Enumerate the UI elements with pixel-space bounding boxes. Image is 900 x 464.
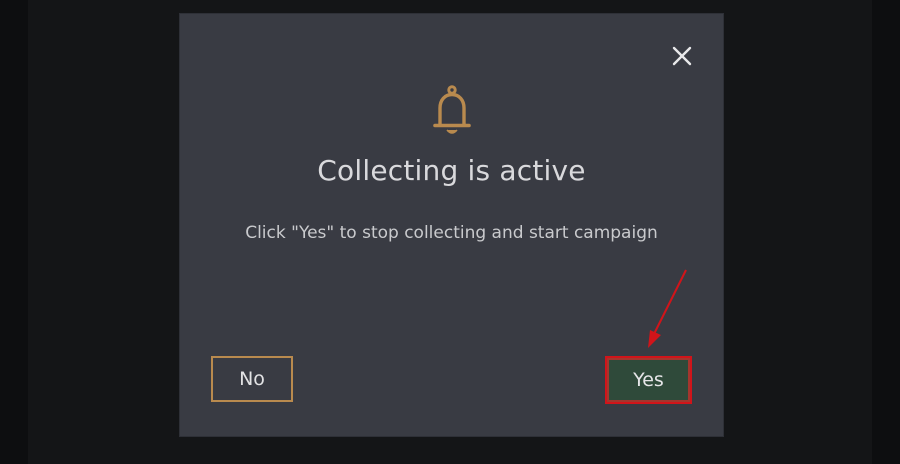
backdrop-left-edge	[0, 0, 28, 464]
dialog-message: Click "Yes" to stop collecting and start…	[245, 223, 658, 243]
close-icon	[672, 46, 692, 66]
yes-button[interactable]: Yes	[605, 356, 692, 404]
bell-icon	[433, 85, 471, 134]
no-button[interactable]: No	[211, 356, 293, 402]
dialog-title: Collecting is active	[317, 154, 586, 187]
backdrop-right-edge	[872, 0, 900, 464]
confirmation-dialog: Collecting is active Click "Yes" to stop…	[180, 14, 723, 436]
close-button[interactable]	[668, 42, 696, 70]
